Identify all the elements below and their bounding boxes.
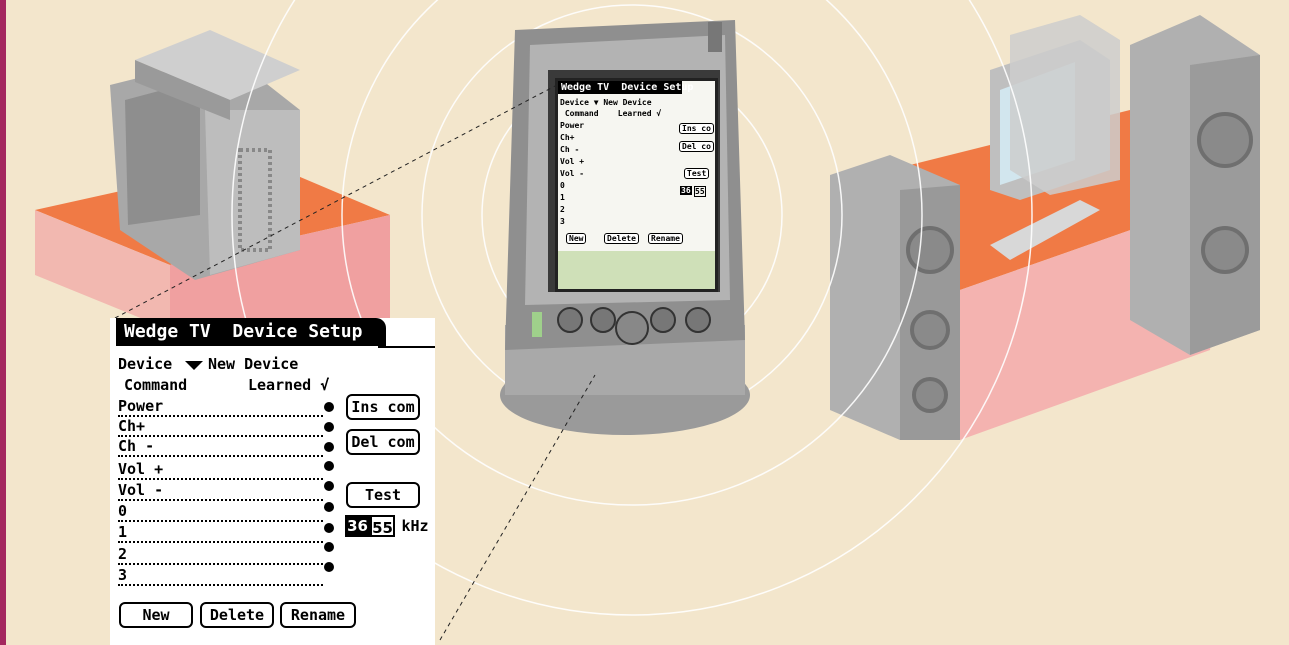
handheld-delete-button[interactable]: Delete — [604, 233, 639, 244]
tv-side — [205, 110, 300, 275]
handheld-cmd-power: Power — [560, 121, 585, 130]
cpu-tower — [1010, 15, 1120, 195]
command-row-vol-plus[interactable]: Vol + — [118, 461, 323, 480]
command-row-ch-plus[interactable]: Ch+ — [118, 418, 323, 437]
ins-com-button[interactable]: Ins com — [346, 394, 420, 420]
command-row-0[interactable]: 0 — [118, 503, 323, 522]
device-select[interactable]: New Device — [208, 355, 298, 373]
handheld-freq-1: 36 — [680, 186, 692, 195]
column-header-learned: Learned √ — [248, 376, 330, 394]
rename-button[interactable]: Rename — [280, 602, 356, 628]
test-button[interactable]: Test — [346, 482, 420, 508]
computer-desk-group — [830, 15, 1260, 440]
learned-dot — [324, 461, 334, 471]
handheld-bottom-bar — [558, 251, 715, 289]
pda-button-4 — [685, 307, 711, 333]
handheld-cmd-chplus: Ch+ — [560, 133, 575, 142]
handheld-cmd-3: 3 — [560, 217, 565, 226]
command-row-power[interactable]: Power — [118, 398, 323, 417]
handheld-cmd-0: 0 — [560, 181, 565, 190]
device-setup-dialog: Wedge TV Device Setup Device New Device … — [110, 318, 435, 645]
learned-dot — [324, 481, 334, 491]
handheld-del-com-button[interactable]: Del co — [679, 141, 714, 152]
learned-dot — [324, 422, 334, 432]
handheld-freq-2: 55 — [694, 186, 706, 197]
pda-led — [532, 312, 542, 337]
dialog-title: Wedge TV Device Setup — [116, 318, 386, 346]
handheld-new-button[interactable]: New — [566, 233, 587, 244]
learned-dot — [324, 523, 334, 533]
handheld-cmd-2: 2 — [560, 205, 565, 214]
device-label: Device — [118, 355, 173, 373]
device-dropdown-triangle-icon[interactable] — [185, 361, 203, 370]
title-underline — [378, 346, 435, 348]
command-row-2[interactable]: 2 — [118, 546, 323, 565]
delete-button[interactable]: Delete — [200, 602, 274, 628]
pda-stylus — [708, 22, 722, 52]
handheld-screen: Wedge TV Device Setup Device ▼ New Devic… — [555, 78, 718, 292]
left-speaker-cone-2 — [910, 310, 950, 350]
frequency-field-2[interactable]: 55 — [370, 515, 395, 537]
tv-desk-group — [35, 30, 390, 330]
handheld-test-button[interactable]: Test — [684, 168, 710, 179]
handheld-device-row: Device ▼ New Device — [560, 98, 652, 107]
pda-scroll-button — [615, 311, 649, 345]
frequency-unit: kHz — [401, 517, 429, 535]
handheld-title: Wedge TV Device Setup — [558, 81, 693, 94]
right-speaker-front — [1190, 55, 1260, 355]
learned-dot — [324, 502, 334, 512]
handheld-cmd-volminus: Vol - — [560, 169, 585, 178]
learned-dot — [324, 442, 334, 452]
handheld-ins-com-button[interactable]: Ins co — [679, 123, 714, 134]
right-speaker-cone-2 — [1201, 226, 1249, 274]
frequency-field-1[interactable]: 36 — [345, 515, 370, 537]
pda-button-1 — [557, 307, 583, 333]
command-row-1[interactable]: 1 — [118, 524, 323, 543]
handheld-cmd-1: 1 — [560, 193, 565, 202]
command-row-3[interactable]: 3 — [118, 567, 323, 586]
handheld-rename-button[interactable]: Rename — [648, 233, 683, 244]
learned-dot — [324, 402, 334, 412]
handheld-cmd-chminus: Ch - — [560, 145, 580, 154]
new-button[interactable]: New — [119, 602, 193, 628]
learned-dot — [324, 562, 334, 572]
left-speaker-cone-1 — [906, 226, 954, 274]
handheld-cmd-volplus: Vol + — [560, 157, 585, 166]
del-com-button[interactable]: Del com — [346, 429, 420, 455]
command-row-vol-minus[interactable]: Vol - — [118, 482, 323, 501]
right-speaker-cone-1 — [1197, 112, 1253, 168]
learned-dot — [324, 542, 334, 552]
handheld-header-row: Command Learned √ — [560, 109, 662, 118]
left-speaker-cone-3 — [912, 377, 948, 413]
pda-button-3 — [650, 307, 676, 333]
column-header-command: Command — [124, 376, 188, 394]
pda-button-2 — [590, 307, 616, 333]
command-row-ch-minus[interactable]: Ch - — [118, 438, 323, 457]
